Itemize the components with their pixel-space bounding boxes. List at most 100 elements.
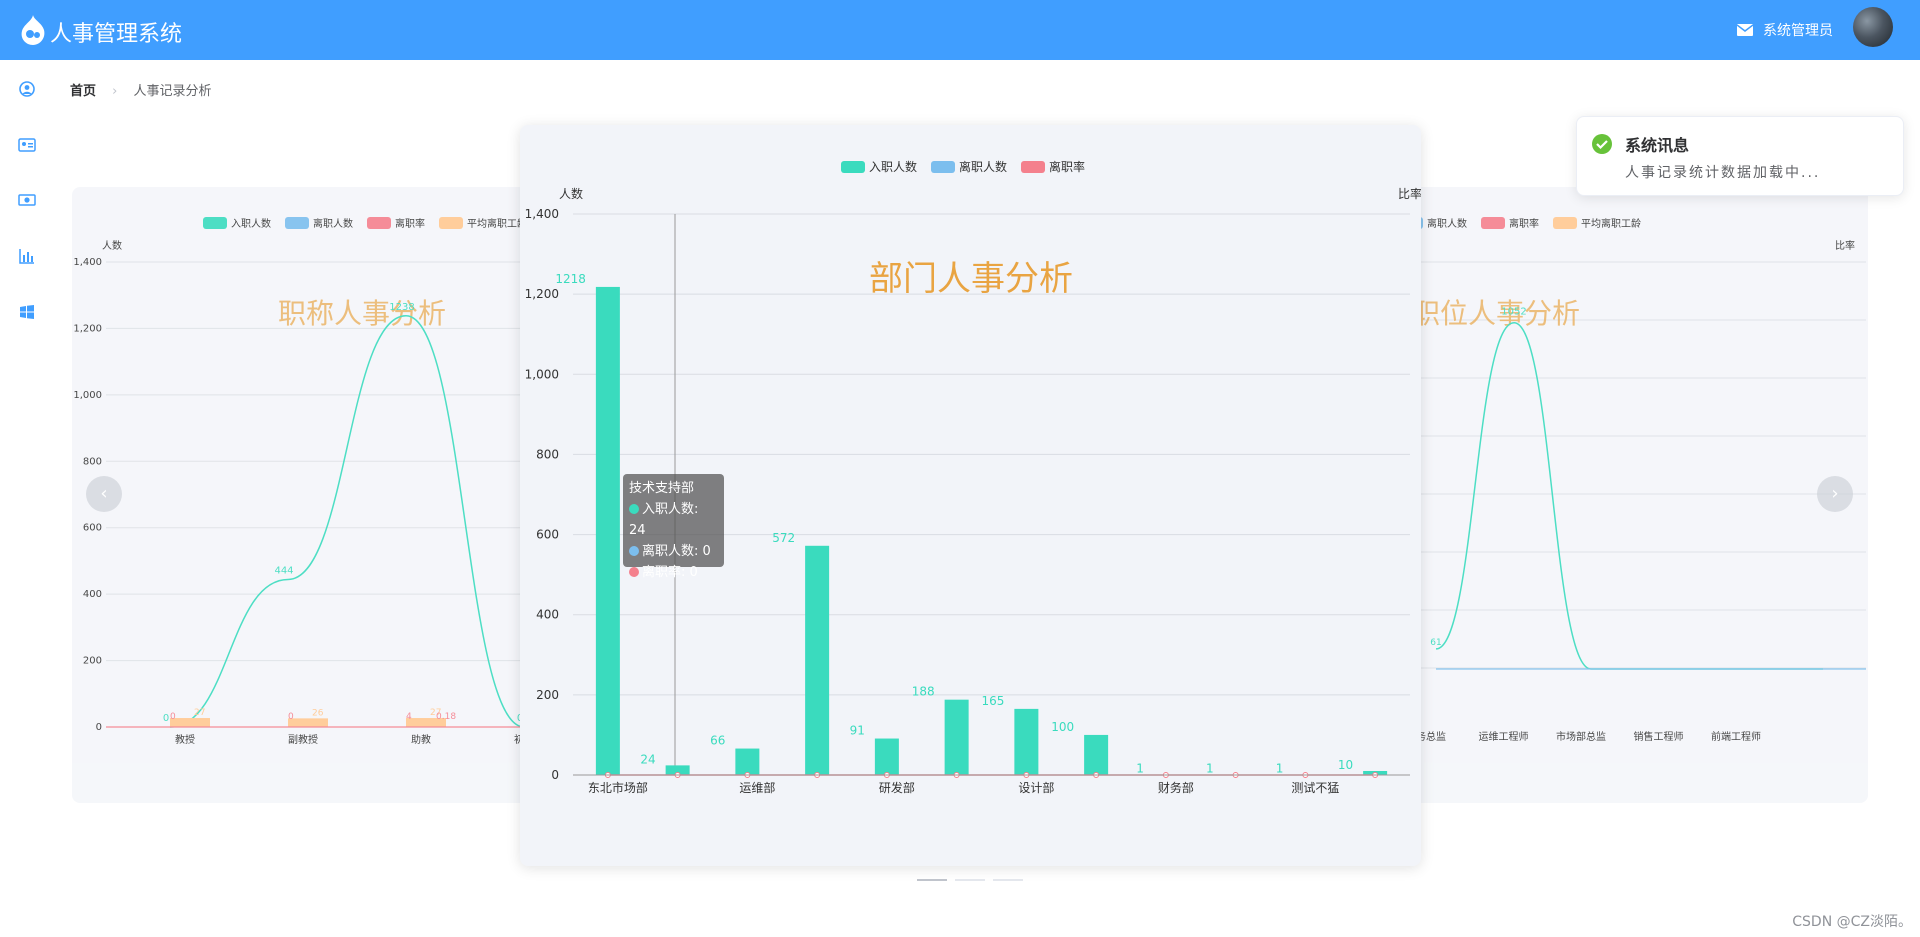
y-tick-label: 1,000 bbox=[73, 390, 102, 401]
y-axis-label-left: 人数 bbox=[102, 239, 122, 252]
chart-title: 职位人事分析 bbox=[1412, 297, 1580, 330]
envelope-icon[interactable] bbox=[1737, 24, 1753, 36]
x-tick-label: 财务部 bbox=[1158, 780, 1194, 795]
money-icon[interactable] bbox=[18, 191, 36, 209]
legend-label-0: 入职人数 bbox=[869, 159, 917, 174]
y-tick-label: 0 bbox=[551, 768, 559, 782]
x-tick-label: 设计部 bbox=[1018, 780, 1054, 795]
success-check-icon bbox=[1592, 134, 1612, 154]
legend-swatch-2 bbox=[1021, 161, 1045, 173]
data-label-tenure: 27 bbox=[194, 708, 205, 718]
bar-hire bbox=[735, 748, 760, 775]
legend-label-1: 离职人数 bbox=[313, 217, 353, 230]
chart-tooltip: 技术支持部 入职人数: 24 离职人数: 0 离职率: 0 bbox=[623, 474, 724, 580]
notification-message: 人事记录统计数据加载中... bbox=[1625, 165, 1821, 181]
windows-icon[interactable] bbox=[18, 303, 36, 321]
legend-label-0: 入职人数 bbox=[231, 217, 271, 230]
x-tick-label: 前端工程师 bbox=[1711, 730, 1761, 743]
bar-data-label: 24 bbox=[640, 752, 655, 766]
bar-chart-icon[interactable] bbox=[18, 247, 36, 265]
chart-title: 部门人事分析 bbox=[869, 259, 1073, 299]
carousel-prev-button[interactable]: ‹ bbox=[86, 476, 122, 512]
series-line-hire bbox=[1435, 321, 1823, 670]
legend-label-2: 离职率 bbox=[395, 217, 425, 230]
admin-username[interactable]: 系统管理员 bbox=[1763, 20, 1833, 40]
hire-dot-icon bbox=[629, 504, 639, 514]
y-axis-label-left: 人数 bbox=[559, 186, 583, 201]
y-tick-label: 200 bbox=[536, 688, 559, 702]
breadcrumb-current: 人事记录分析 bbox=[133, 84, 212, 99]
tooltip-row-leave: 离职人数: 0 bbox=[629, 541, 718, 562]
carousel-indicator-3[interactable] bbox=[993, 879, 1023, 881]
y-axis-label-right: 比率 bbox=[1398, 186, 1421, 201]
y-tick-label: 1,000 bbox=[525, 367, 559, 381]
legend-swatch-1 bbox=[931, 161, 955, 173]
bar-hire bbox=[1084, 734, 1109, 775]
data-label-hire: 1238 bbox=[389, 302, 414, 313]
bar-tenure bbox=[288, 718, 328, 727]
y-axis-label-right: 比率 bbox=[1835, 239, 1855, 252]
x-tick-label: 运维部 bbox=[739, 780, 775, 795]
carousel-indicator-1[interactable] bbox=[917, 879, 947, 881]
data-label-leave: 0 bbox=[288, 712, 294, 722]
data-label-tenure: 26 bbox=[312, 708, 324, 718]
x-tick-label: 测试不猛 bbox=[1291, 780, 1339, 795]
y-tick-label: 600 bbox=[83, 523, 102, 534]
data-label-hire: 1052 bbox=[1501, 307, 1526, 318]
id-card-icon[interactable] bbox=[18, 136, 36, 154]
top-header: 人事管理系统 系统管理员 bbox=[0, 0, 1920, 60]
legend-swatch-2 bbox=[367, 217, 391, 229]
carousel-next-button[interactable]: › bbox=[1817, 476, 1853, 512]
breadcrumb: 首页 › 人事记录分析 bbox=[70, 80, 212, 99]
system-notification: 系统讯息 人事记录统计数据加载中... bbox=[1576, 116, 1904, 196]
x-tick-label: 运维工程师 bbox=[1479, 730, 1529, 743]
y-tick-label: 1,200 bbox=[525, 287, 559, 301]
data-label-hire: 0 bbox=[163, 713, 169, 724]
x-tick-label: 销售工程师 bbox=[1634, 730, 1684, 743]
avatar[interactable] bbox=[1853, 7, 1893, 47]
y-tick-label: 800 bbox=[83, 456, 102, 467]
bar-data-label: 100 bbox=[1051, 720, 1074, 734]
data-label-hire: 444 bbox=[274, 566, 293, 577]
bar-data-label: 1 bbox=[1276, 762, 1284, 776]
sidebar bbox=[0, 60, 54, 937]
bar-hire bbox=[874, 738, 899, 775]
y-tick-label: 1,400 bbox=[525, 207, 559, 221]
data-label-rate: 0.18 bbox=[436, 712, 456, 722]
app-title: 人事管理系统 bbox=[50, 22, 183, 47]
legend-swatch-1 bbox=[285, 217, 309, 229]
legend-swatch-3 bbox=[439, 217, 463, 229]
legend-swatch-3 bbox=[1553, 217, 1577, 229]
rate-dot-icon bbox=[629, 567, 639, 577]
bar-data-label: 10 bbox=[1338, 758, 1353, 772]
x-tick-label: 助教 bbox=[411, 733, 431, 746]
breadcrumb-home[interactable]: 首页 bbox=[70, 84, 96, 99]
user-circle-icon[interactable] bbox=[18, 80, 36, 98]
y-tick-label: 1,200 bbox=[73, 323, 102, 334]
bar-data-label: 1 bbox=[1136, 762, 1144, 776]
carousel-indicator-2[interactable] bbox=[955, 879, 985, 881]
bar-hire bbox=[805, 545, 830, 775]
leave-dot-icon bbox=[629, 546, 639, 556]
tooltip-title: 技术支持部 bbox=[629, 481, 695, 496]
legend-label-2: 离职率 bbox=[1509, 217, 1539, 230]
legend-label-3: 平均离职工龄 bbox=[467, 217, 527, 230]
legend-label-3: 平均离职工龄 bbox=[1581, 217, 1641, 230]
data-label-leave: 0 bbox=[170, 712, 176, 722]
bar-data-label: 91 bbox=[850, 724, 865, 738]
x-tick-label: 副教授 bbox=[288, 733, 318, 746]
tooltip-row-rate: 离职率: 0 bbox=[629, 562, 718, 583]
x-tick-label: 研发部 bbox=[879, 780, 915, 795]
legend-label-2: 离职率 bbox=[1049, 159, 1085, 174]
y-tick-label: 1,400 bbox=[73, 257, 102, 268]
y-tick-label: 200 bbox=[83, 656, 102, 667]
drupal-logo-icon bbox=[21, 15, 45, 45]
bar-tenure bbox=[170, 718, 210, 727]
bar-hire bbox=[944, 699, 969, 775]
bar-data-label: 165 bbox=[981, 694, 1004, 708]
legend-swatch-0 bbox=[841, 161, 865, 173]
watermark: CSDN @CZ淡陌。 bbox=[1792, 914, 1912, 930]
y-tick-label: 400 bbox=[83, 589, 102, 600]
x-tick-label: 市场部总监 bbox=[1556, 730, 1606, 743]
x-tick-label: 教授 bbox=[175, 733, 195, 746]
